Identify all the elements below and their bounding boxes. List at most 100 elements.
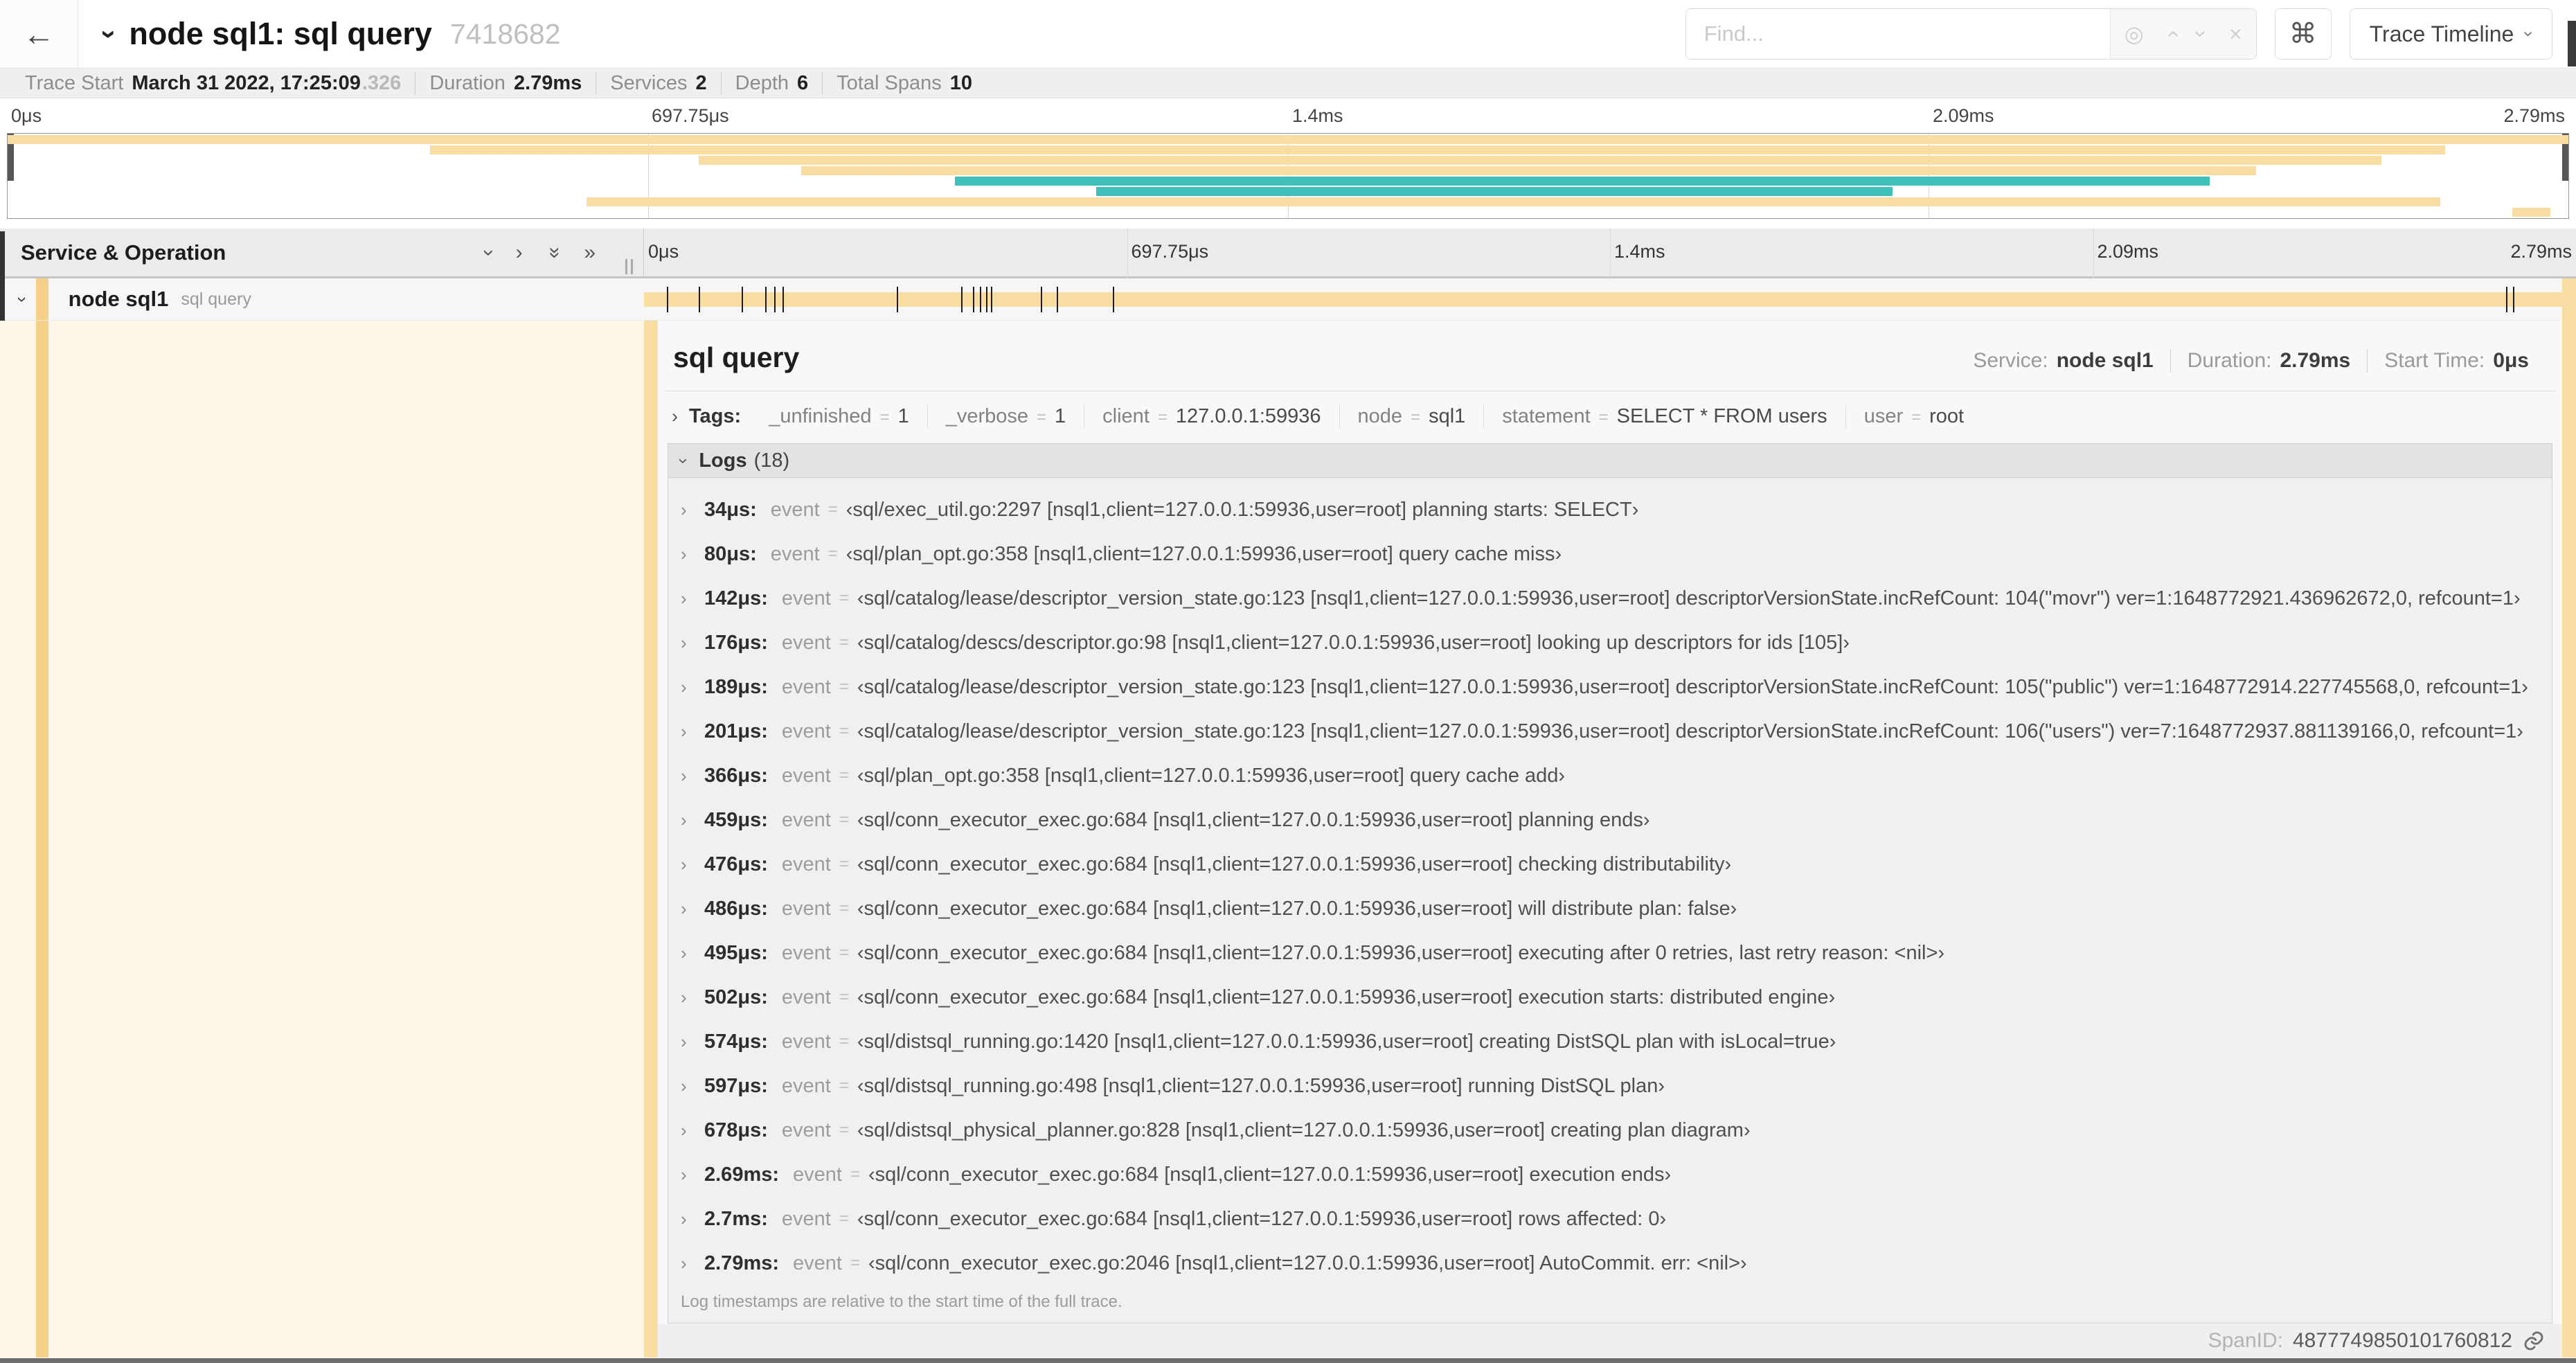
log-chevron-icon[interactable]: ›	[681, 1164, 704, 1186]
span-service-name[interactable]: node sql1	[69, 287, 169, 312]
tag-value: root	[1929, 405, 1965, 427]
trace-minimap[interactable]	[7, 133, 2569, 219]
scrollbar-thumb[interactable]	[2568, 21, 2576, 66]
minimap-tick-label: 2.79ms	[2503, 105, 2565, 126]
log-timestamp: 189μs:	[704, 675, 768, 698]
log-chevron-icon[interactable]: ›	[681, 499, 704, 521]
log-chevron-icon[interactable]: ›	[681, 632, 704, 654]
log-field-key: event	[781, 1119, 831, 1141]
tag-item[interactable]: _unfinished = 1	[751, 405, 927, 428]
log-row[interactable]: › 502μs: event = ‹sql/conn_executor_exec.go:…	[668, 975, 2552, 1019]
back-button[interactable]: ←	[0, 0, 78, 68]
collapse-trace-chevron-icon[interactable]: ›	[93, 29, 125, 38]
log-field-key: event	[770, 542, 820, 565]
expand-one-icon[interactable]: ›	[516, 241, 523, 265]
span-detail-header[interactable]: sql query Service: node sql1 Duration: 2…	[658, 321, 2562, 374]
logs-chevron-icon[interactable]: ›	[674, 458, 694, 463]
tag-key: user	[1863, 405, 1904, 427]
log-chevron-icon[interactable]: ›	[681, 1031, 704, 1053]
log-chevron-icon[interactable]: ›	[681, 854, 704, 875]
log-row[interactable]: › 574μs: event = ‹sql/distsql_running.go:142…	[668, 1019, 2552, 1064]
minimap-span-bar	[801, 166, 2256, 175]
meta-value: 2.79ms	[2280, 349, 2351, 372]
logs-toggle-header[interactable]: › Logs (18)	[668, 444, 2552, 478]
span-row[interactable]: › node sql1 sql query	[0, 278, 2576, 321]
log-row[interactable]: › 366μs: event = ‹sql/plan_opt.go:358 [nsql1…	[668, 754, 2552, 798]
trace-start-item: Trace Start March 31 2022, 17:25:09 .326	[11, 72, 415, 95]
log-chevron-icon[interactable]: ›	[681, 1120, 704, 1141]
timeline-ruler: 0μs 697.75μs 1.4ms 2.09ms 2.79ms	[644, 229, 2576, 276]
log-row[interactable]: › 495μs: event = ‹sql/conn_executor_exec.go:…	[668, 931, 2552, 975]
log-timestamp: 459μs:	[704, 808, 768, 831]
log-row[interactable]: › 476μs: event = ‹sql/conn_executor_exec.go:…	[668, 842, 2552, 887]
depth-item: Depth 6	[720, 71, 823, 95]
log-chevron-icon[interactable]: ›	[681, 1076, 704, 1097]
trace-view-dropdown[interactable]: Trace Timeline ›	[2349, 8, 2552, 60]
meta-label: Start Time:	[2384, 349, 2485, 372]
log-row[interactable]: › 2.69ms: event = ‹sql/conn_executor_exec.go…	[668, 1152, 2552, 1197]
locate-icon[interactable]: ◎	[2125, 23, 2144, 45]
minimap-span-bar	[955, 177, 2210, 186]
log-row[interactable]: › 80μs: event = ‹sql/plan_opt.go:358 [nsql1,…	[668, 532, 2552, 576]
expand-all-icon[interactable]: »	[584, 241, 596, 265]
equals-sign: =	[1157, 408, 1168, 427]
span-detail-title[interactable]: sql query	[673, 341, 799, 374]
log-row[interactable]: › 34μs: event = ‹sql/exec_util.go:2297 [nsql…	[668, 488, 2552, 532]
info-value: 10	[949, 71, 972, 94]
tag-item[interactable]: user = root	[1845, 405, 1982, 428]
meta-value: node sql1	[2056, 349, 2154, 372]
deep-link-icon[interactable]	[2522, 1329, 2546, 1353]
log-row[interactable]: › 459μs: event = ‹sql/conn_executor_exec.go:…	[668, 798, 2552, 842]
keyboard-shortcuts-button[interactable]: ⌘	[2274, 8, 2332, 60]
clear-find-icon[interactable]: ×	[2229, 23, 2242, 45]
log-chevron-icon[interactable]: ›	[681, 588, 704, 609]
tag-item[interactable]: node = sql1	[1339, 405, 1484, 428]
info-label: Services	[610, 71, 688, 94]
span-duration-bar[interactable]	[644, 292, 2576, 307]
tag-item[interactable]: client = 127.0.0.1:59936	[1084, 405, 1339, 428]
tag-item[interactable]: statement = SELECT * FROM users	[1483, 405, 1845, 428]
span-collapse-chevron-icon[interactable]: ›	[12, 296, 33, 303]
log-chevron-icon[interactable]: ›	[681, 898, 704, 920]
tag-value: 1	[897, 405, 909, 427]
equals-sign: =	[1911, 408, 1922, 427]
log-field-value: ‹sql/plan_opt.go:358 [nsql1,client=127.0…	[857, 764, 1566, 787]
duration-item: Duration 2.79ms	[415, 71, 596, 95]
log-field-value: ‹sql/conn_executor_exec.go:684 [nsql1,cl…	[857, 986, 1836, 1008]
trace-title: node sql1: sql query	[129, 16, 432, 51]
collapse-all-icon[interactable]: »	[542, 247, 566, 258]
tags-chevron-icon[interactable]: ›	[672, 406, 678, 427]
log-chevron-icon[interactable]: ›	[681, 677, 704, 698]
info-value: 2	[695, 71, 707, 94]
log-row[interactable]: › 486μs: event = ‹sql/conn_executor_exec.go:…	[668, 887, 2552, 931]
column-resize-grip[interactable]	[625, 259, 633, 274]
log-field-key: event	[793, 1251, 842, 1274]
minimap-span-bar	[699, 156, 2382, 165]
log-chevron-icon[interactable]: ›	[681, 943, 704, 964]
log-row[interactable]: › 176μs: event = ‹sql/catalog/descs/descript…	[668, 621, 2552, 665]
collapse-one-icon[interactable]: ›	[476, 249, 501, 256]
log-field-key: event	[781, 941, 831, 964]
log-chevron-icon[interactable]: ›	[681, 765, 704, 787]
find-next-icon[interactable]: ›	[2190, 30, 2215, 38]
log-row[interactable]: › 201μs: event = ‹sql/catalog/lease/descript…	[668, 709, 2552, 754]
log-chevron-icon[interactable]: ›	[681, 544, 704, 565]
tag-item[interactable]: _verbose = 1	[927, 405, 1084, 428]
log-row[interactable]: › 2.79ms: event = ‹sql/conn_executor_exec.go…	[668, 1241, 2552, 1285]
minimap-span-bar	[430, 145, 2446, 154]
log-chevron-icon[interactable]: ›	[681, 1253, 704, 1274]
log-row[interactable]: › 189μs: event = ‹sql/catalog/lease/descript…	[668, 665, 2552, 709]
log-chevron-icon[interactable]: ›	[681, 987, 704, 1008]
find-input[interactable]	[1685, 9, 2110, 59]
log-field-key: event	[781, 853, 831, 875]
tags-toggle-row[interactable]: › Tags: _unfinished = 1 _verbose = 1 client = 12…	[658, 391, 2562, 440]
log-chevron-icon[interactable]: ›	[681, 1209, 704, 1230]
log-row[interactable]: › 142μs: event = ‹sql/catalog/lease/descript…	[668, 576, 2552, 621]
span-row-label[interactable]: › node sql1 sql query	[0, 278, 644, 320]
log-row[interactable]: › 2.7ms: event = ‹sql/conn_executor_exec.go:…	[668, 1197, 2552, 1241]
log-chevron-icon[interactable]: ›	[681, 810, 704, 831]
find-prev-icon[interactable]: ›	[2158, 30, 2183, 38]
log-row[interactable]: › 597μs: event = ‹sql/distsql_running.go:498…	[668, 1064, 2552, 1108]
log-row[interactable]: › 678μs: event = ‹sql/distsql_physical_plann…	[668, 1108, 2552, 1152]
log-chevron-icon[interactable]: ›	[681, 721, 704, 742]
